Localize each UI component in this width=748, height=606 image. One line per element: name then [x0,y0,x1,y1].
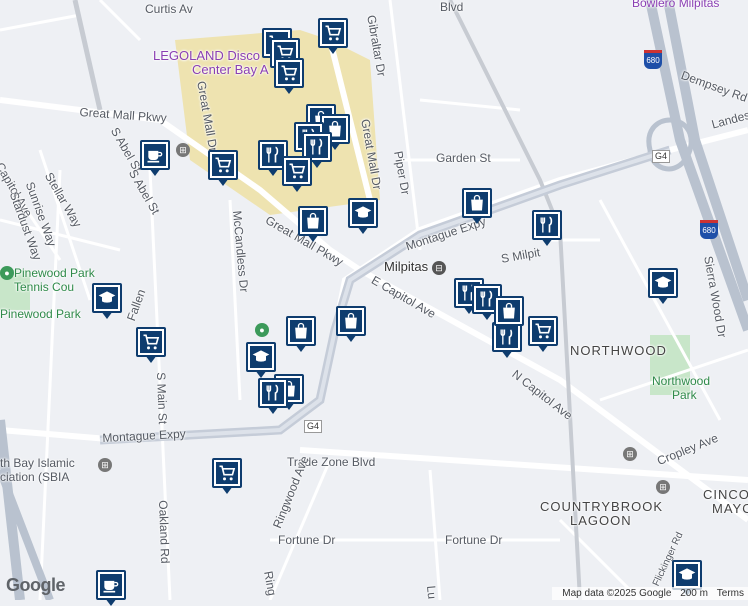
street-label-fortune-2: Fortune Dr [445,533,503,547]
station-label-milpitas: Milpitas [384,259,429,274]
restaurant-icon [262,382,284,404]
park-label-northwood-2: Park [672,388,697,402]
pin-store-3[interactable] [298,206,328,242]
map-footer: Map data ©2025 Google 200 m Terms [552,587,748,600]
route-shield-g4-1: G4 [652,150,671,163]
cafe-icon [100,574,122,596]
park-label-pinewood-2: Tennis Cou [14,280,75,294]
school-icon [96,287,118,309]
street-label-fortune-1: Fortune Dr [278,533,336,547]
poi-label-legoland-2: Center Bay A [192,62,269,77]
building-icon: ⊞ [623,447,637,461]
pin-restaurant-4[interactable] [532,210,562,246]
pin-grocery-8[interactable] [136,327,166,363]
pin-grocery-5[interactable] [208,150,238,186]
shopping-cart-icon [322,22,344,44]
shopping-cart-icon [286,160,308,182]
shopping-cart-icon [278,62,300,84]
pin-school-3[interactable] [246,342,276,378]
pin-school-1[interactable] [348,198,378,234]
park-label-northwood-1: Northwood [652,374,711,388]
area-label-countrybrook-1: COUNTRYBROOK [540,499,663,514]
restaurant-icon [536,214,558,236]
shopping-bag-icon [466,192,488,214]
pin-grocery-9[interactable] [212,458,242,494]
google-logo: Google [6,575,66,595]
pin-grocery-6[interactable] [282,156,312,192]
shopping-bag-icon [290,320,312,342]
school-icon [250,346,272,368]
park-marker-icon: ● [0,266,14,280]
shopping-bag-icon [498,300,520,322]
place-of-worship-icon: ⊞ [98,458,112,472]
pin-restaurant-8[interactable] [258,378,288,414]
park-label-pinewood-1: Pinewood Park [14,266,95,280]
street-label-oakland: Oakland Rd [156,500,173,564]
pin-store-4[interactable] [462,188,492,224]
shopping-cart-icon [140,331,162,353]
park-label-pinewood-3: Pinewood Park [0,307,81,321]
area-label-cinco-2: MAYO [712,501,748,516]
pin-school-4[interactable] [648,268,678,304]
cafe-icon [144,144,166,166]
pin-store-8[interactable] [494,296,524,332]
street-label-blvd: Blvd [440,0,464,14]
pin-school-2[interactable] [92,283,122,319]
school-icon [352,202,374,224]
pin-store-6[interactable] [336,306,366,342]
poi-label-islamic-2: ciation (SBIA [0,470,70,484]
pin-grocery-4[interactable] [274,58,304,94]
area-label-cinco-1: CINCO [703,487,748,502]
pin-store-5[interactable] [286,316,316,352]
shopping-bag-icon [340,310,362,332]
street-label-lu: Lu [424,585,440,600]
park-marker-icon-2: ● [255,323,269,337]
poi-label-bowlero: Bowlero Milpitas [632,0,720,10]
building-icon-2: ⊞ [656,480,670,494]
restaurant-icon [306,136,328,158]
interstate-shield-680-1: 680 [644,50,662,69]
shopping-bag-icon [302,210,324,232]
terms-link[interactable]: Terms [717,588,744,599]
scale-text: 200 m [680,588,708,599]
street-label-garden: Garden St [436,151,491,165]
pin-grocery-7[interactable] [528,316,558,352]
shopping-cart-icon [532,320,554,342]
poi-label-islamic-1: th Bay Islamic [0,456,75,470]
shopping-cart-icon [212,154,234,176]
poi-label-legoland-1: LEGOLAND Disco [153,48,260,63]
pin-cafe-1[interactable] [140,140,170,176]
school-icon [652,272,674,294]
transit-station-icon: ⊞ [176,143,190,157]
pin-school-5[interactable] [672,560,702,596]
street-label-curtis: Curtis Av [145,2,193,16]
route-shield-g4-2: G4 [304,420,323,433]
school-icon [676,564,698,586]
street-label-s-main: S Main St [154,372,170,425]
attribution-text: Map data ©2025 Google [562,588,672,599]
pin-cafe-2[interactable] [96,570,126,606]
restaurant-icon [262,144,284,166]
pin-grocery-1[interactable] [318,18,348,54]
light-rail-icon: ⊟ [432,261,446,275]
area-label-northwood: NORTHWOOD [570,343,667,358]
shopping-cart-icon [216,462,238,484]
interstate-shield-680-2: 680 [700,220,718,239]
area-label-countrybrook-2: LAGOON [570,513,632,528]
